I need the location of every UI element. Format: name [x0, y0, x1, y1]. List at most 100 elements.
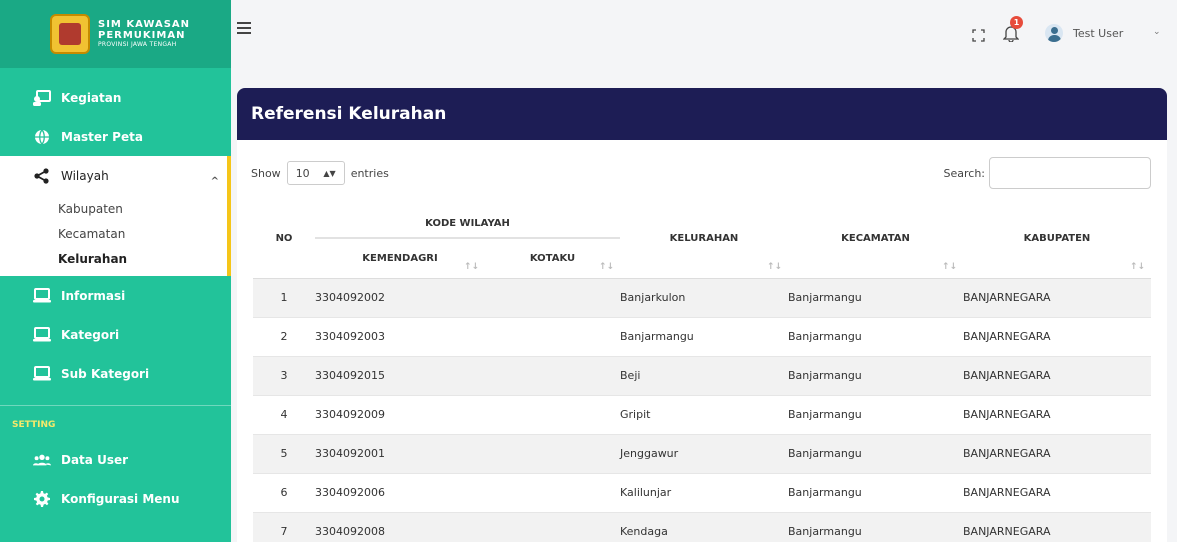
header-kecamatan[interactable]: KECAMATAN ↑↓ [788, 200, 963, 279]
header-kecamatan-label: KECAMATAN [841, 233, 910, 245]
cell-no: 7 [253, 511, 315, 542]
sidebar-item-label: Master Peta [61, 129, 143, 144]
select-arrows-icon: ▲▼ [323, 168, 336, 178]
cell-kecamatan: Banjarmangu [788, 433, 963, 473]
cell-kelurahan: Banjarkulon [620, 277, 788, 317]
cell-kabupaten: BANJARNEGARA [963, 433, 1151, 473]
fullscreen-icon[interactable] [972, 27, 985, 42]
header-kemendagri-label: KEMENDAGRI [362, 252, 438, 264]
table-row: 5 3304092001 Jenggawur Banjarmangu BANJA… [253, 433, 1151, 473]
brand-line1: SIM KAWASAN [98, 19, 191, 30]
cell-kelurahan: Beji [620, 355, 788, 395]
sort-icon: ↑↓ [598, 261, 614, 272]
entries-select[interactable]: 10 ▲▼ [286, 161, 345, 185]
table-row: 1 3304092002 Banjarkulon Banjarmangu BAN… [253, 277, 1151, 317]
laptop-icon [33, 326, 51, 344]
cell-kecamatan: Banjarmangu [788, 511, 963, 542]
laptop-icon [33, 287, 51, 305]
header-no[interactable]: NO [253, 200, 315, 279]
header-kotaku[interactable]: KOTAKU ↑↓ [485, 238, 620, 279]
sidebar-item-kategori[interactable]: Kategori [0, 315, 231, 354]
user-name[interactable]: Test User [1073, 27, 1123, 40]
cell-no: 2 [253, 316, 315, 356]
entries-label: entries [350, 166, 389, 180]
submenu-item-kelurahan[interactable]: Kelurahan [0, 247, 227, 272]
chevron-down-icon[interactable]: ⌄ [1153, 27, 1161, 37]
cell-kemendagri: 3304092008 [315, 511, 485, 542]
cell-kemendagri: 3304092015 [315, 355, 485, 395]
sidebar-item-label: Konfigurasi Menu [61, 491, 180, 506]
content-card: Referensi Kelurahan Show 10 ▲▼ entries S… [237, 88, 1167, 542]
avatar[interactable] [1045, 24, 1063, 42]
entries-select-value: 10 [295, 166, 310, 180]
table-controls: Show 10 ▲▼ entries Search: [237, 140, 1167, 202]
sidebar-item-kegiatan[interactable]: Kegiatan [0, 78, 231, 117]
sidebar-item-informasi[interactable]: Informasi [0, 276, 231, 315]
header-kelurahan[interactable]: KELURAHAN ↑↓ [620, 200, 788, 279]
sidebar-item-label: Wilayah [61, 168, 109, 183]
menu-toggle-icon[interactable] [237, 22, 251, 34]
cell-kelurahan: Banjarmangu [620, 316, 788, 356]
cell-kotaku [485, 394, 620, 434]
sidebar-item-master-peta[interactable]: Master Peta [0, 117, 231, 156]
chevron-up-icon: ^ [210, 176, 219, 187]
laptop-icon [33, 365, 51, 383]
sort-icon: ↑↓ [463, 261, 479, 272]
header-kabupaten[interactable]: KABUPATEN ↑↓ [963, 200, 1151, 279]
submenu-item-kecamatan[interactable]: Kecamatan [0, 222, 227, 247]
header-kabupaten-label: KABUPATEN [1023, 233, 1091, 245]
wilayah-submenu: Kabupaten Kecamatan Kelurahan [0, 195, 231, 276]
cell-kecamatan: Banjarmangu [788, 394, 963, 434]
cell-kotaku [485, 472, 620, 512]
cell-kecamatan: Banjarmangu [788, 472, 963, 512]
sort-icon: ↑↓ [1129, 261, 1145, 272]
sidebar-item-data-user[interactable]: Data User [0, 440, 231, 479]
users-icon [33, 451, 51, 469]
cell-kabupaten: BANJARNEGARA [963, 355, 1151, 395]
share-icon [33, 167, 51, 185]
cell-kemendagri: 3304092006 [315, 472, 485, 512]
table-row: 7 3304092008 Kendaga Banjarmangu BANJARN… [253, 511, 1151, 542]
show-label: Show [251, 166, 281, 180]
sidebar-divider [0, 405, 231, 406]
cell-kemendagri: 3304092001 [315, 433, 485, 473]
cell-kotaku [485, 277, 620, 317]
topbar: 1 Test User ⌄ [231, 0, 1177, 68]
cell-kemendagri: 3304092009 [315, 394, 485, 434]
cell-no: 1 [253, 277, 315, 317]
search-input[interactable] [989, 157, 1151, 189]
brand-text: SIM KAWASAN PERMUKIMAN PROVINSI JAWA TEN… [98, 19, 190, 49]
gear-icon [33, 490, 51, 508]
cell-kelurahan: Jenggawur [620, 433, 788, 473]
brand[interactable]: SIM KAWASAN PERMUKIMAN PROVINSI JAWA TEN… [0, 0, 231, 68]
cell-kecamatan: Banjarmangu [788, 316, 963, 356]
cell-kelurahan: Kalilunjar [620, 472, 788, 512]
globe-icon [33, 128, 51, 146]
sidebar-item-sub-kategori[interactable]: Sub Kategori [0, 354, 231, 393]
cell-kotaku [485, 355, 620, 395]
cell-kotaku [485, 511, 620, 542]
length-control: Show 10 ▲▼ entries [251, 161, 389, 185]
header-kelurahan-label: KELURAHAN [669, 233, 739, 245]
submenu-item-kabupaten[interactable]: Kabupaten [0, 197, 227, 222]
header-kotaku-label: KOTAKU [529, 252, 576, 264]
cell-no: 4 [253, 394, 315, 434]
cell-kemendagri: 3304092002 [315, 277, 485, 317]
brand-line3: PROVINSI JAWA TENGAH [98, 41, 177, 48]
header-kemendagri[interactable]: KEMENDAGRI ↑↓ [315, 238, 485, 279]
sidebar-item-wilayah[interactable]: Wilayah ^ [0, 156, 231, 195]
sidebar-item-label: Kategori [61, 327, 120, 342]
section-label-setting: SETTING [12, 420, 56, 430]
cell-kotaku [485, 316, 620, 356]
card-header: Referensi Kelurahan [237, 88, 1167, 140]
sidebar-item-konfigurasi-menu[interactable]: Konfigurasi Menu [0, 479, 231, 518]
cell-kabupaten: BANJARNEGARA [963, 472, 1151, 512]
cell-kecamatan: Banjarmangu [788, 355, 963, 395]
sort-icon: ↑↓ [941, 261, 957, 272]
page-title: Referensi Kelurahan [251, 104, 447, 124]
table-row: 2 3304092003 Banjarmangu Banjarmangu BAN… [253, 316, 1151, 356]
sidebar-item-label: Kegiatan [61, 90, 122, 105]
cell-no: 6 [253, 472, 315, 512]
cell-no: 5 [253, 433, 315, 473]
sidebar-item-label: Data User [61, 452, 129, 467]
